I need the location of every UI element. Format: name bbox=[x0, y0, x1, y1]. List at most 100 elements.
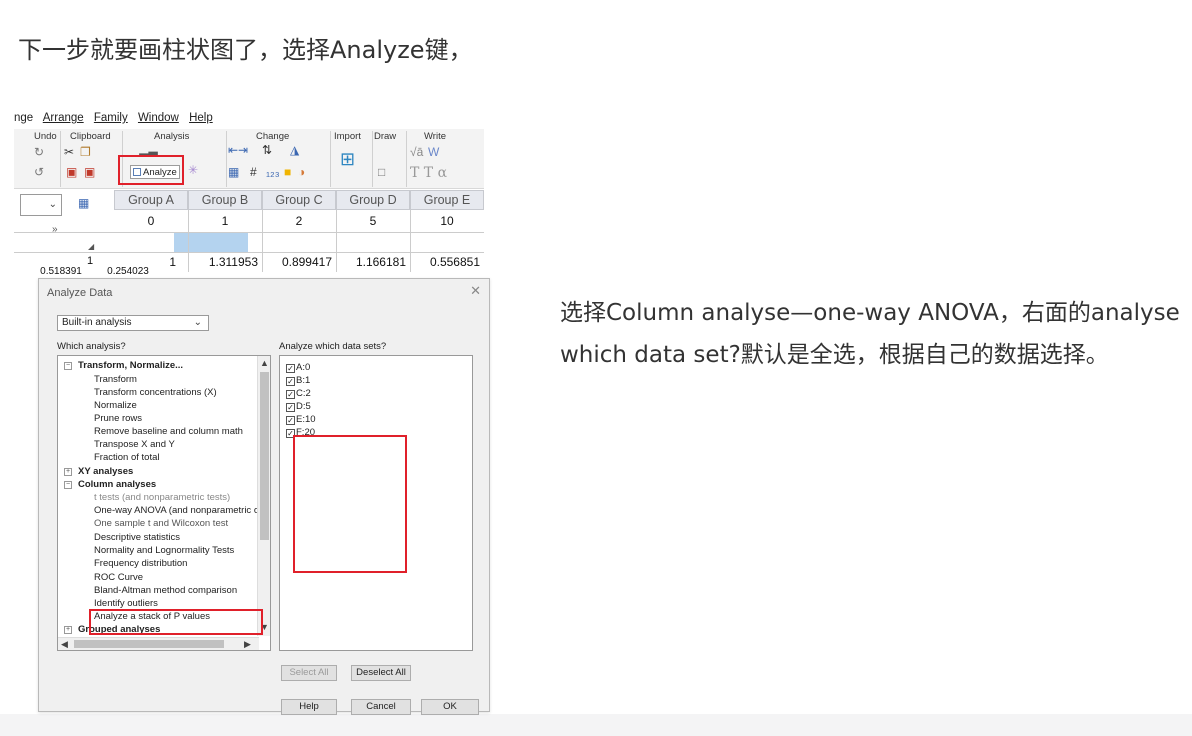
sort-123-icon[interactable]: ₁₂₃ bbox=[266, 165, 280, 179]
scroll-thumb[interactable] bbox=[74, 640, 224, 648]
list-item[interactable]: Identify outliers bbox=[94, 598, 158, 609]
menu-help[interactable]: Help bbox=[189, 112, 213, 124]
paste-icon[interactable]: ▣ bbox=[66, 165, 77, 179]
horizontal-scrollbar[interactable]: ◀ ▶ bbox=[58, 637, 259, 650]
add-column-icon[interactable]: ▦ bbox=[78, 196, 89, 210]
list-item[interactable]: Remove baseline and column math bbox=[94, 426, 243, 437]
dataset-item[interactable]: ✓ D:5 bbox=[286, 401, 311, 412]
scroll-thumb[interactable] bbox=[260, 372, 269, 540]
analysis-type-select[interactable]: Built-in analysis ⌄ bbox=[57, 315, 209, 331]
table-icon[interactable]: ▦ bbox=[228, 165, 239, 179]
list-item[interactable]: Prune rows bbox=[94, 413, 142, 424]
data-cell[interactable]: 0.556851 bbox=[410, 255, 480, 269]
word-icon[interactable]: W bbox=[428, 145, 439, 159]
list-item[interactable]: Bland-Altman method comparison bbox=[94, 585, 237, 596]
prism-screenshot: nge Arrange Family Window Help Undo Clip… bbox=[14, 112, 524, 715]
x-value-cell[interactable]: 5 bbox=[336, 214, 410, 228]
grid-line bbox=[410, 210, 411, 272]
list-item[interactable]: ROC Curve bbox=[94, 572, 143, 583]
format-icon[interactable]: ◑ bbox=[298, 165, 305, 179]
list-item[interactable]: One sample t and Wilcoxon test bbox=[94, 518, 228, 529]
wand-icon[interactable]: ✳ bbox=[188, 163, 198, 177]
color-icon[interactable]: ■ bbox=[284, 165, 291, 179]
ok-button[interactable]: OK bbox=[421, 699, 479, 715]
dataset-item[interactable]: ✓ A:0 bbox=[286, 362, 310, 373]
draw-shape-icon[interactable]: □ bbox=[378, 165, 385, 179]
list-category-column[interactable]: Column analyses bbox=[78, 479, 156, 490]
collapse-icon[interactable]: − bbox=[64, 362, 72, 370]
dataset-label: B:1 bbox=[296, 375, 311, 386]
x-value-cell[interactable]: 0 bbox=[114, 214, 188, 228]
undo-icon[interactable]: ↺ bbox=[34, 165, 44, 179]
dataset-item[interactable]: ✓ B:1 bbox=[286, 375, 310, 386]
checkbox-checked-icon[interactable]: ✓ bbox=[286, 390, 295, 399]
sort-icon[interactable]: ⇅ bbox=[262, 143, 272, 157]
redo-icon[interactable]: ↻ bbox=[34, 145, 44, 159]
cancel-button[interactable]: Cancel bbox=[351, 699, 411, 715]
list-item[interactable]: Transpose X and Y bbox=[94, 439, 175, 450]
dataset-item[interactable]: ✓ C:2 bbox=[286, 388, 311, 399]
insert-column-icon[interactable]: ⇤⇥ bbox=[228, 143, 248, 157]
dataset-item[interactable]: ✓ E:10 bbox=[286, 414, 316, 425]
import-xml-icon[interactable]: ⊞ bbox=[340, 149, 355, 170]
collapse-icon[interactable]: − bbox=[64, 481, 72, 489]
list-item[interactable]: Normalize bbox=[94, 400, 137, 411]
list-item[interactable]: Fraction of total bbox=[94, 452, 159, 463]
list-item[interactable]: Transform concentrations (X) bbox=[94, 387, 217, 398]
text-icon[interactable]: T T α bbox=[410, 165, 447, 181]
paste-special-icon[interactable]: ▣ bbox=[84, 165, 95, 179]
sheet-dropdown[interactable]: ⌄ bbox=[20, 194, 62, 216]
list-item[interactable]: Transform bbox=[94, 374, 137, 385]
checkbox-checked-icon[interactable]: ✓ bbox=[286, 416, 295, 425]
selected-cell[interactable] bbox=[174, 232, 248, 252]
data-cell[interactable]: 0.254023 bbox=[100, 266, 156, 277]
expand-icon[interactable]: + bbox=[64, 626, 72, 634]
column-header-c[interactable]: Group C bbox=[262, 190, 336, 210]
fill-icon[interactable]: ◮ bbox=[290, 143, 299, 157]
select-all-button[interactable]: Select All bbox=[281, 665, 337, 681]
column-header-b[interactable]: Group B bbox=[188, 190, 262, 210]
list-item-one-way-anova[interactable]: One-way ANOVA (and nonparametric or bbox=[94, 505, 262, 516]
list-item[interactable]: Normality and Lognormality Tests bbox=[94, 545, 234, 556]
scroll-right-icon[interactable]: ▶ bbox=[244, 639, 251, 650]
vertical-scrollbar[interactable]: ▲ ▼ bbox=[257, 356, 270, 636]
list-item[interactable]: t tests (and nonparametric tests) bbox=[94, 492, 230, 503]
x-value-cell[interactable]: 2 bbox=[262, 214, 336, 228]
menu-family[interactable]: Family bbox=[94, 112, 128, 124]
checkbox-checked-icon[interactable]: ✓ bbox=[286, 377, 295, 386]
list-item[interactable]: Descriptive statistics bbox=[94, 532, 180, 543]
list-item[interactable]: Frequency distribution bbox=[94, 558, 187, 569]
data-cell[interactable]: 1.311953 bbox=[188, 255, 258, 269]
expand-icon[interactable]: + bbox=[64, 468, 72, 476]
checkbox-checked-icon[interactable]: ✓ bbox=[286, 403, 295, 412]
copy-icon[interactable]: ❐ bbox=[80, 145, 91, 159]
x-value-cell[interactable]: 10 bbox=[410, 214, 484, 228]
deselect-all-button[interactable]: Deselect All bbox=[351, 665, 411, 681]
scroll-left-icon[interactable]: ◀ bbox=[61, 639, 68, 650]
expand-rows-icon[interactable]: » bbox=[52, 224, 58, 235]
x-value-cell[interactable]: 1 bbox=[188, 214, 262, 228]
close-icon[interactable]: ✕ bbox=[470, 283, 481, 299]
number-format-icon[interactable]: # bbox=[250, 165, 257, 179]
help-button[interactable]: Help bbox=[281, 699, 337, 715]
group-import: Import bbox=[334, 131, 361, 142]
data-cell[interactable]: 1.166181 bbox=[336, 255, 406, 269]
menu-change[interactable]: nge bbox=[14, 112, 33, 124]
menu-arrange[interactable]: Arrange bbox=[43, 112, 84, 124]
menu-window[interactable]: Window bbox=[138, 112, 179, 124]
list-category-xy[interactable]: XY analyses bbox=[78, 466, 133, 477]
column-header-e[interactable]: Group E bbox=[410, 190, 484, 210]
cut-icon[interactable]: ✂ bbox=[64, 145, 74, 159]
scroll-up-icon[interactable]: ▲ bbox=[260, 358, 269, 368]
sqrt-icon[interactable]: √ā bbox=[410, 145, 423, 159]
list-category-transform[interactable]: Transform, Normalize... bbox=[78, 360, 183, 371]
column-header-a[interactable]: Group A bbox=[114, 190, 188, 210]
data-cell[interactable]: 0.899417 bbox=[262, 255, 332, 269]
analysis-list[interactable]: − Transform, Normalize... Transform Tran… bbox=[57, 355, 271, 651]
data-cell[interactable]: 0.518391 bbox=[36, 266, 86, 277]
column-header-d[interactable]: Group D bbox=[336, 190, 410, 210]
dataset-label: D:5 bbox=[296, 401, 311, 412]
dataset-label: A:0 bbox=[296, 362, 311, 373]
group-write: Write bbox=[424, 131, 446, 142]
checkbox-checked-icon[interactable]: ✓ bbox=[286, 364, 295, 373]
